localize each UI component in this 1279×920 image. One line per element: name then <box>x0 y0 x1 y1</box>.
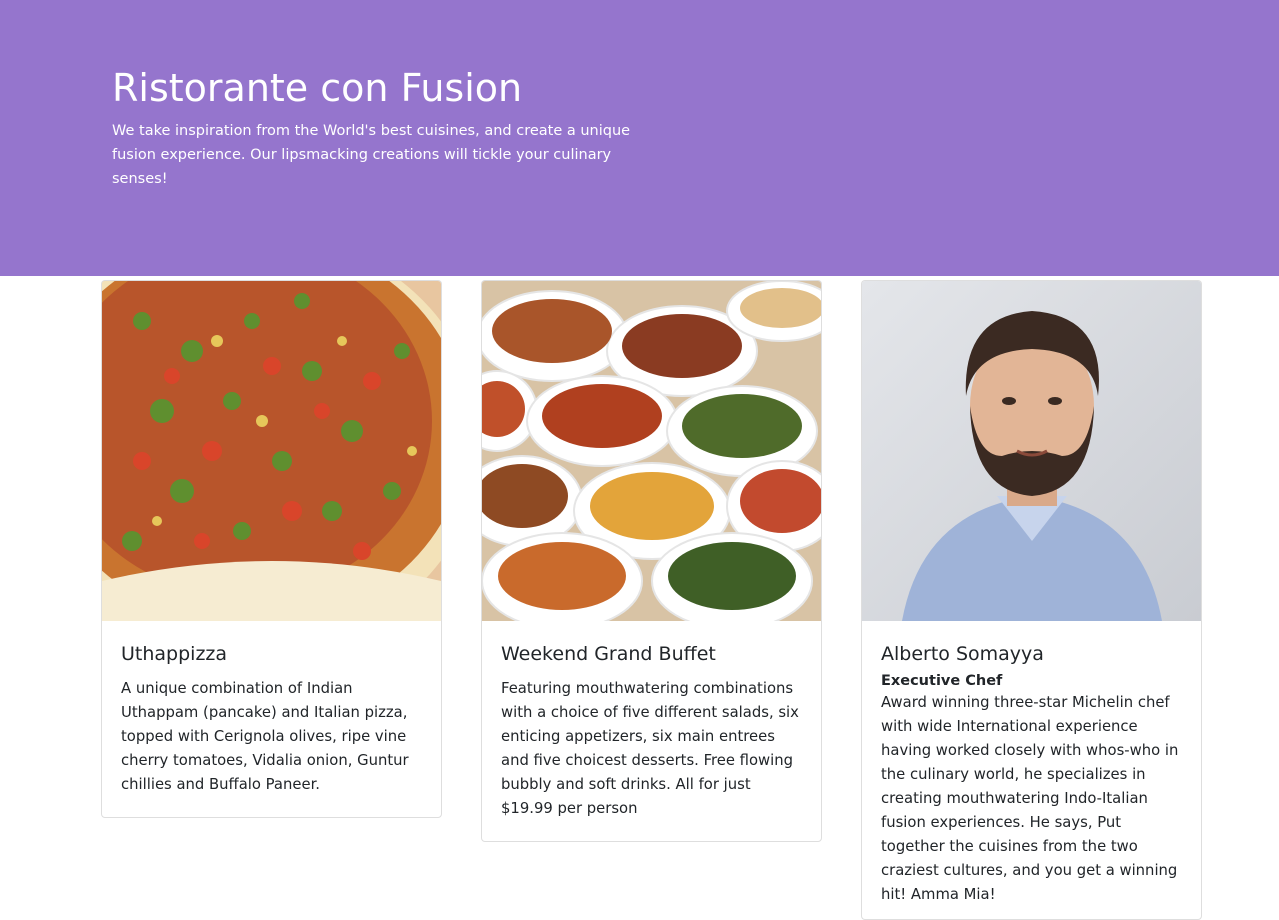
jumbotron-text: We take inspiration from the World's bes… <box>112 123 631 187</box>
dish-card-uthappizza: Uthappizza A unique combination of India… <box>101 280 442 818</box>
card-title: Alberto Somayya <box>881 643 1044 665</box>
jumbotron: Ristorante con Fusion We take inspiratio… <box>0 0 1279 276</box>
promotion-card-buffet: Weekend Grand Buffet Featuring mouthwate… <box>481 280 822 842</box>
leader-card-alberto: Alberto Somayya Executive Chef Award win… <box>861 280 1202 920</box>
buffet-photo <box>482 281 821 621</box>
card-text: Award winning three-star Michelin chef w… <box>881 694 1179 903</box>
page-title: Ristorante con Fusion <box>112 66 523 110</box>
card-text: A unique combination of Indian Uthappam … <box>121 680 409 793</box>
card-title: Weekend Grand Buffet <box>501 643 716 665</box>
card-subtitle: Executive Chef <box>881 673 1003 689</box>
uthappizza-photo <box>102 281 441 621</box>
card-title: Uthappizza <box>121 643 228 665</box>
chef-photo <box>862 281 1201 621</box>
card-text: Featuring mouthwatering combinations wit… <box>501 680 799 817</box>
